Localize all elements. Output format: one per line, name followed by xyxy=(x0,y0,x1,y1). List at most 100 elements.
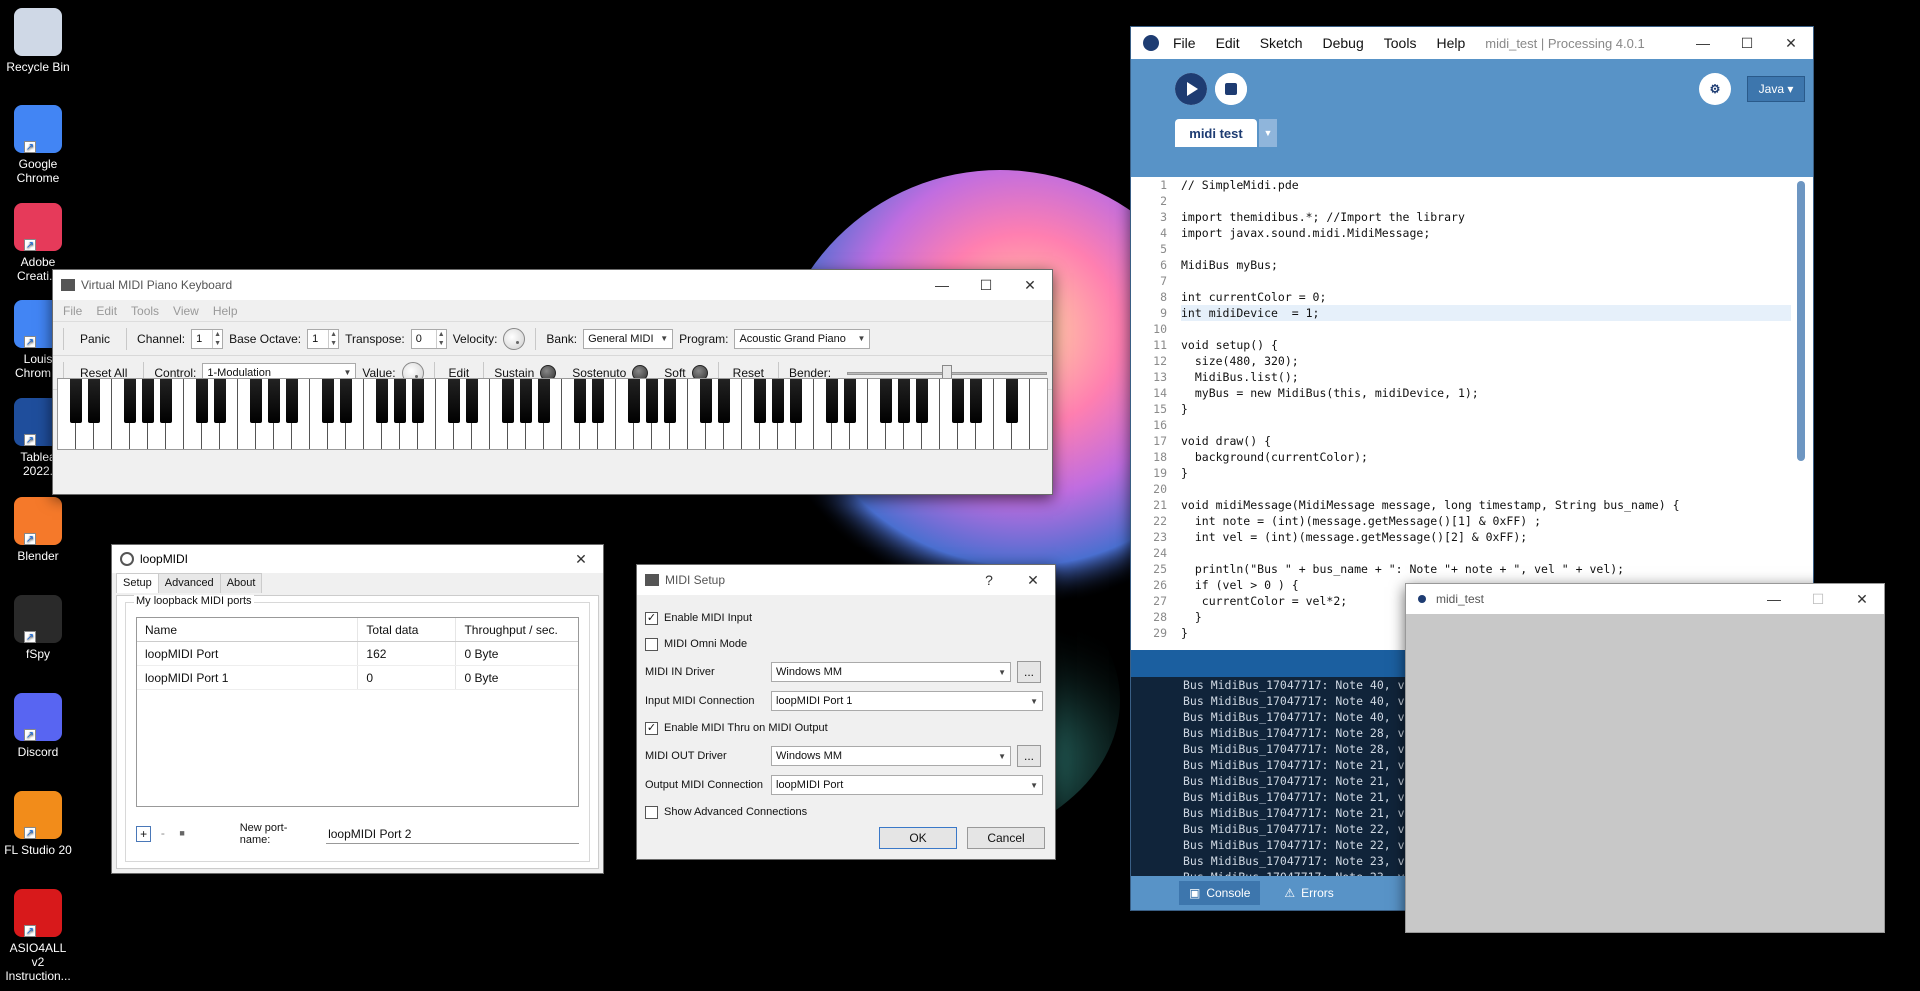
code-line[interactable]: void draw() { xyxy=(1181,433,1791,449)
black-key[interactable] xyxy=(124,379,136,423)
code-line[interactable]: MidiBus myBus; xyxy=(1181,257,1791,273)
minimize-icon[interactable]: — xyxy=(1681,28,1725,58)
tab-setup[interactable]: Setup xyxy=(116,573,159,593)
sketch-titlebar[interactable]: midi_test — ☐ ✕ xyxy=(1406,584,1884,614)
code-line[interactable] xyxy=(1181,417,1791,433)
column-header[interactable]: Total data xyxy=(358,618,457,641)
add-port-button[interactable]: + xyxy=(136,826,152,842)
black-key[interactable] xyxy=(898,379,910,423)
tab-advanced[interactable]: Advanced xyxy=(157,573,221,593)
code-line[interactable]: size(480, 320); xyxy=(1181,353,1791,369)
black-key[interactable] xyxy=(160,379,172,423)
black-key[interactable] xyxy=(952,379,964,423)
desktop-shortcut[interactable]: Recycle Bin xyxy=(4,8,72,74)
help-icon[interactable]: ? xyxy=(967,565,1011,595)
spin-arrows-icon[interactable]: ▲ ▼ xyxy=(435,329,446,348)
close-icon[interactable]: ✕ xyxy=(1011,565,1055,595)
menu-tools[interactable]: Tools xyxy=(1384,35,1417,51)
code-line[interactable] xyxy=(1181,193,1791,209)
close-icon[interactable]: ✕ xyxy=(1008,270,1052,300)
black-key[interactable] xyxy=(772,379,784,423)
black-key[interactable] xyxy=(826,379,838,423)
out-driver-select[interactable]: Windows MM ▼ xyxy=(771,746,1011,766)
code-line[interactable]: background(currentColor); xyxy=(1181,449,1791,465)
bank-select[interactable]: General MIDI ▼ xyxy=(583,328,674,349)
column-header[interactable]: Throughput / sec. xyxy=(456,618,578,641)
menu-help[interactable]: Help xyxy=(213,304,238,318)
code-line[interactable]: int currentColor = 0; xyxy=(1181,289,1791,305)
maximize-icon[interactable]: ☐ xyxy=(1796,584,1840,614)
black-key[interactable] xyxy=(412,379,424,423)
black-key[interactable] xyxy=(268,379,280,423)
black-key[interactable] xyxy=(466,379,478,423)
black-key[interactable] xyxy=(214,379,226,423)
console-tab[interactable]: ▣ Console xyxy=(1179,881,1261,905)
close-icon[interactable]: ✕ xyxy=(1769,28,1813,58)
maximize-icon[interactable]: ☐ xyxy=(964,270,1008,300)
code-line[interactable]: } xyxy=(1181,401,1791,417)
menu-sketch[interactable]: Sketch xyxy=(1260,35,1303,51)
table-row[interactable]: loopMIDI Port 1 0 0 Byte xyxy=(137,666,578,690)
minimize-icon[interactable]: — xyxy=(920,270,964,300)
menu-tools[interactable]: Tools xyxy=(131,304,159,318)
errors-tab[interactable]: ⚠ Errors xyxy=(1274,881,1343,905)
code-line[interactable]: int vel = (int)(message.getMessage()[2] … xyxy=(1181,529,1791,545)
black-key[interactable] xyxy=(286,379,298,423)
cancel-button[interactable]: Cancel xyxy=(967,827,1045,849)
code-line[interactable]: println("Bus " + bus_name + ": Note "+ n… xyxy=(1181,561,1791,577)
desktop-shortcut[interactable]: ↗ fSpy xyxy=(4,595,72,661)
omni-row[interactable]: MIDI Omni Mode xyxy=(645,633,1047,655)
panic-button[interactable]: Panic xyxy=(74,332,116,346)
in-driver-select[interactable]: Windows MM ▼ xyxy=(771,662,1011,682)
black-key[interactable] xyxy=(1006,379,1018,423)
menu-file[interactable]: File xyxy=(63,304,82,318)
code-line[interactable]: MidiBus.list(); xyxy=(1181,369,1791,385)
black-key[interactable] xyxy=(196,379,208,423)
tab-menu-button[interactable]: ▼ xyxy=(1259,119,1277,147)
black-key[interactable] xyxy=(628,379,640,423)
thru-row[interactable]: ✓ Enable MIDI Thru on MIDI Output xyxy=(645,717,1047,739)
code-editor[interactable]: 1 2 3 4 5 6 7 8 9 10 11 12 13 14 15 16 17 18 19 20 21 22 23 24 2… xyxy=(1131,177,1813,650)
desktop-shortcut[interactable]: ↗ ASIO4ALL v2 Instruction... xyxy=(4,889,72,983)
code-line[interactable]: myBus = new MidiBus(this, midiDevice, 1)… xyxy=(1181,385,1791,401)
midi-setup-titlebar[interactable]: MIDI Setup ? ✕ xyxy=(637,565,1055,595)
code-line[interactable]: void setup() { xyxy=(1181,337,1791,353)
checkbox-checked[interactable]: ✓ xyxy=(645,721,658,735)
code-line[interactable] xyxy=(1181,241,1791,257)
black-key[interactable] xyxy=(844,379,856,423)
loopmidi-titlebar[interactable]: loopMIDI ✕ xyxy=(112,545,603,573)
desktop-shortcut[interactable]: ↗ Google Chrome xyxy=(4,105,72,185)
output-connection-select[interactable]: loopMIDI Port ▼ xyxy=(771,775,1043,795)
code-line[interactable]: int note = (int)(message.getMessage()[1]… xyxy=(1181,513,1791,529)
black-key[interactable] xyxy=(970,379,982,423)
code-line[interactable]: // SimpleMidi.pde xyxy=(1181,177,1791,193)
black-key[interactable] xyxy=(394,379,406,423)
stop-port-button[interactable]: ■ xyxy=(175,826,190,842)
desktop-shortcut[interactable]: ↗ Discord xyxy=(4,693,72,759)
out-driver-config-button[interactable]: ... xyxy=(1017,745,1041,767)
black-key[interactable] xyxy=(664,379,676,423)
code-line[interactable] xyxy=(1181,481,1791,497)
code-line[interactable]: int midiDevice = 1; xyxy=(1181,305,1791,321)
bender-slider[interactable] xyxy=(847,364,1048,381)
tab-about[interactable]: About xyxy=(219,573,263,593)
code-line[interactable]: import themidibus.*; //Import the librar… xyxy=(1181,209,1791,225)
transpose-spinbox[interactable]: 0 ▲ ▼ xyxy=(410,328,447,349)
black-key[interactable] xyxy=(754,379,766,423)
black-key[interactable] xyxy=(250,379,262,423)
black-key[interactable] xyxy=(574,379,586,423)
desktop-shortcut[interactable]: ↗ Blender xyxy=(4,497,72,563)
menu-edit[interactable]: Edit xyxy=(96,304,117,318)
octave-spinbox[interactable]: 1 ▲ ▼ xyxy=(307,328,340,349)
black-key[interactable] xyxy=(718,379,730,423)
maximize-icon[interactable]: ☐ xyxy=(1725,28,1769,58)
channel-spinbox[interactable]: 1 ▲ ▼ xyxy=(191,328,224,349)
minimize-icon[interactable]: — xyxy=(1752,584,1796,614)
black-key[interactable] xyxy=(520,379,532,423)
black-key[interactable] xyxy=(376,379,388,423)
velocity-knob[interactable] xyxy=(503,327,526,350)
stop-button[interactable] xyxy=(1215,73,1247,105)
black-key[interactable] xyxy=(646,379,658,423)
mode-select[interactable]: Java ▾ xyxy=(1747,76,1805,102)
debugger-button[interactable]: ⚙ xyxy=(1699,73,1731,105)
